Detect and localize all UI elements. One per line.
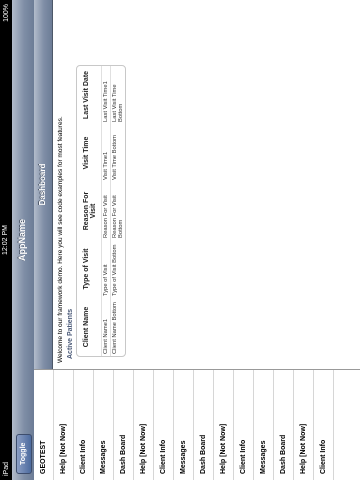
sidebar-item[interactable]: Help [Not Now] xyxy=(294,370,314,480)
table-cell: Client Name Bottom xyxy=(110,298,125,356)
detail-pane: Dashboard Welcome to our framework demo.… xyxy=(34,0,360,369)
sidebar-item[interactable]: Dash Board xyxy=(194,370,214,480)
sidebar-item[interactable]: Help [Not Now] xyxy=(214,370,234,480)
table-cell: Reason For Visit xyxy=(101,182,110,240)
table-cell: Type of Visit Bottom xyxy=(110,240,125,298)
sidebar-item[interactable]: Dash Board xyxy=(114,370,134,480)
column-header: Reason For Visit xyxy=(83,191,97,231)
table-cell: Reason For Visit Bottom xyxy=(110,182,125,240)
table-header: Client Name Type of Visit Reason For Vis… xyxy=(77,66,101,356)
sidebar-item[interactable]: Messages xyxy=(174,370,194,480)
table-cell: Last Visit Time Bottom xyxy=(110,66,125,124)
sidebar-menu: GEOTEST Help [Not Now] Client Info Messa… xyxy=(34,369,360,480)
status-bar: iPad 12:02 PM 100% xyxy=(0,0,12,480)
navigation-bar: Toggle AppName xyxy=(12,0,35,480)
sidebar-item[interactable]: Help [Not Now] xyxy=(134,370,154,480)
ipad-screen: iPad 12:02 PM 100% Toggle AppName GEOTES… xyxy=(0,0,360,480)
welcome-text: Welcome to our framework demo. Here you … xyxy=(57,116,64,363)
sidebar-item[interactable]: Messages xyxy=(254,370,274,480)
detail-title: Dashboard xyxy=(34,0,53,369)
column-header: Client Name xyxy=(83,306,90,348)
section-title: Active Patients xyxy=(67,308,74,359)
table-cell: Visit Time Bottom xyxy=(110,124,125,182)
table-row[interactable]: Client Name Bottom Type of Visit Bottom … xyxy=(110,66,125,356)
clock: 12:02 PM xyxy=(2,225,9,255)
column-header: Last Visit Date xyxy=(83,70,90,120)
sidebar-item[interactable]: Help [Not Now] xyxy=(54,370,74,480)
sidebar-item[interactable]: GEOTEST xyxy=(34,370,54,480)
app-title: AppName xyxy=(17,219,27,262)
sidebar-item[interactable]: Client Info xyxy=(154,370,174,480)
sidebar-item[interactable]: Messages xyxy=(94,370,114,480)
table-cell: Last Visit Time1 xyxy=(101,66,110,124)
table-cell: Type of Visit xyxy=(101,240,110,298)
patients-table: Client Name Type of Visit Reason For Vis… xyxy=(76,65,126,357)
sidebar-item[interactable]: Client Info xyxy=(234,370,254,480)
table-cell: Client Name1 xyxy=(101,298,110,356)
table-row[interactable]: Client Name1 Type of Visit Reason For Vi… xyxy=(101,66,110,356)
sidebar-item[interactable]: Client Info xyxy=(74,370,94,480)
column-header: Type of Visit xyxy=(83,248,90,290)
sidebar-item[interactable]: Client Info xyxy=(314,370,334,480)
table-cell: Visit Time1 xyxy=(101,124,110,182)
sidebar-item[interactable]: Dash Board xyxy=(274,370,294,480)
column-header: Visit Time xyxy=(83,136,90,170)
